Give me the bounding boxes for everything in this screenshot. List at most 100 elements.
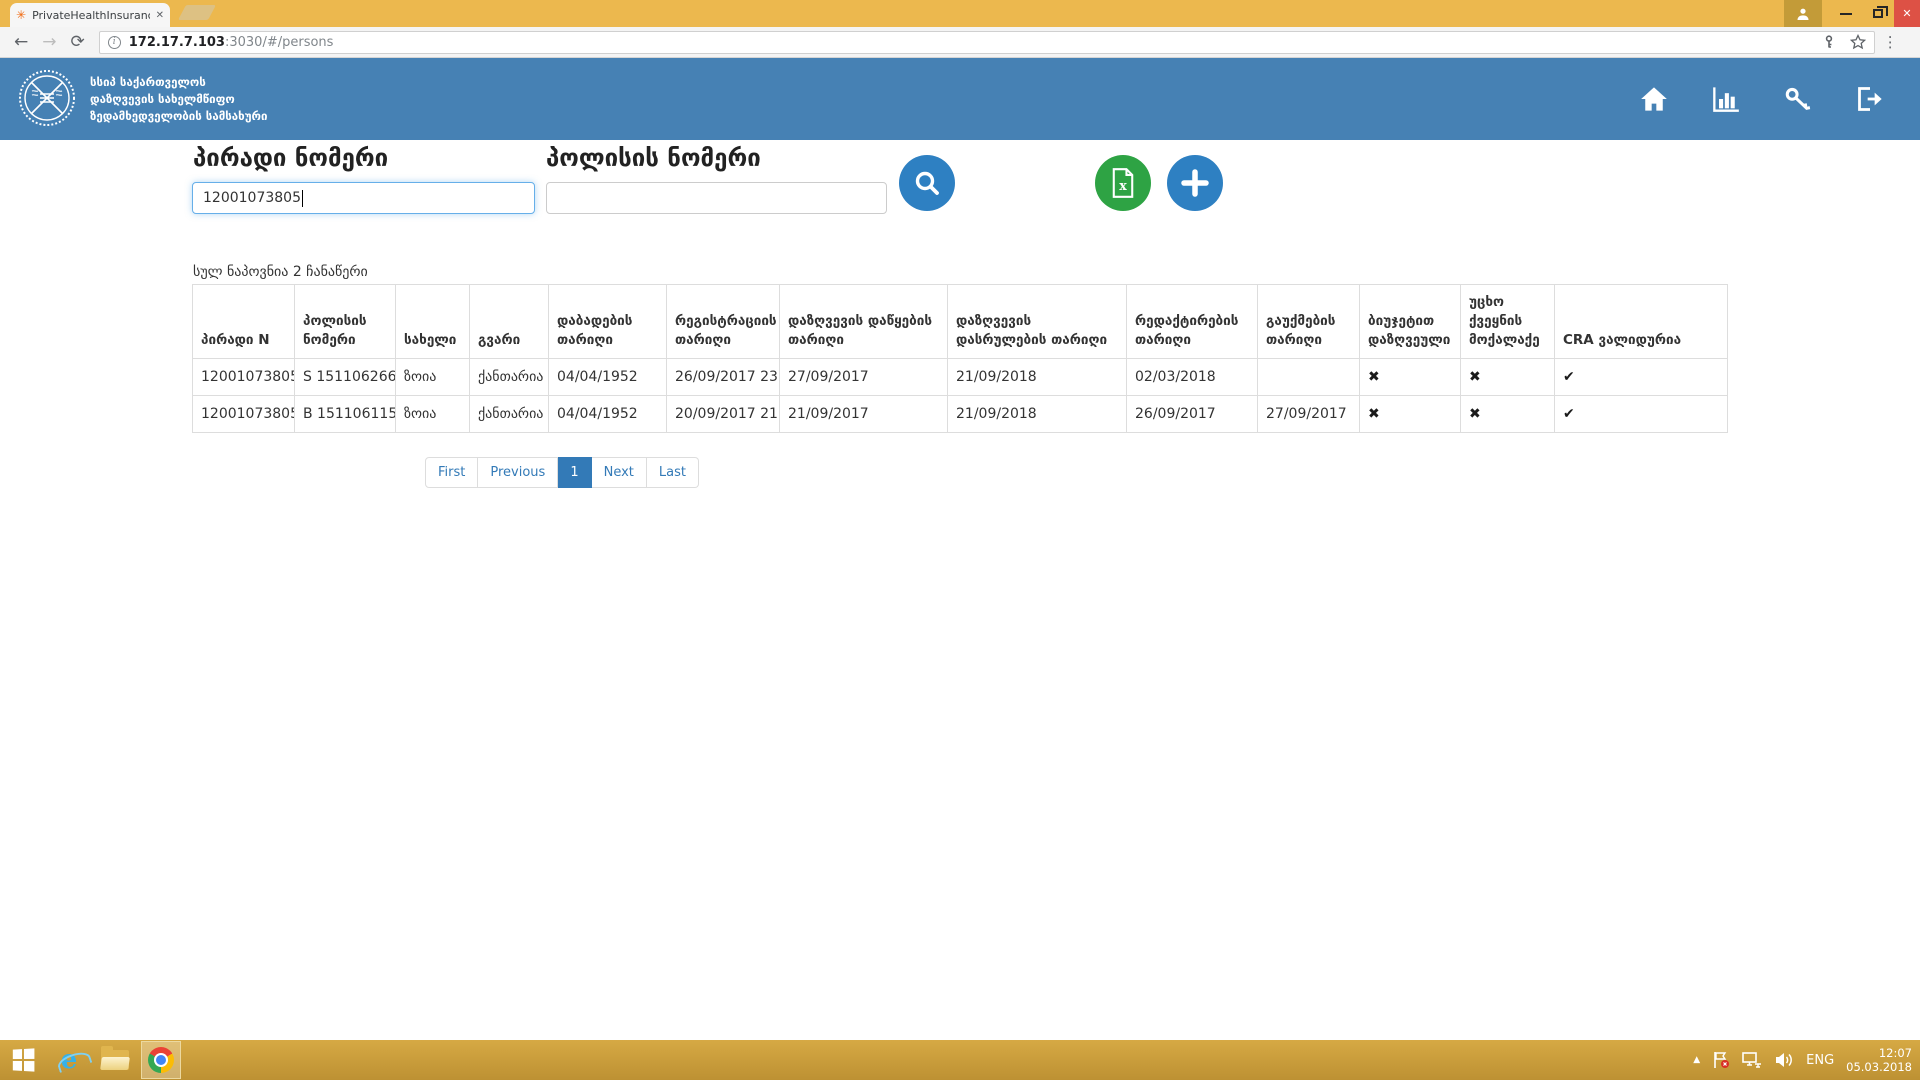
table-cell: S 1511062662 [295, 359, 396, 396]
cross-mark-icon: ✖ [1360, 396, 1461, 433]
column-header: გაუქმების თარიღი [1258, 285, 1360, 359]
column-header: დაზღვევის დასრულების თარიღი [948, 285, 1127, 359]
cross-mark-icon: ✖ [1360, 359, 1461, 396]
pagination-previous[interactable]: Previous [478, 457, 558, 488]
add-person-button[interactable] [1167, 155, 1223, 211]
volume-icon[interactable] [1774, 1051, 1794, 1069]
bookmark-star-icon[interactable] [1850, 34, 1866, 50]
home-icon[interactable] [1640, 85, 1668, 113]
policy-number-label: პოლისის ნომერი [546, 144, 761, 172]
tab-close-icon[interactable]: ✕ [156, 10, 164, 21]
app-navbar: სსიპ საქართველოს დაზღვევის სახელმწიფო ზე… [0, 58, 1920, 140]
org-name: სსიპ საქართველოს დაზღვევის სახელმწიფო ზე… [90, 74, 267, 125]
table-cell: 27/09/2017 [1258, 396, 1360, 433]
window-titlebar: ✳ PrivateHealthInsurancePo ✕ ✕ [0, 0, 1920, 27]
table-body: 12001073805S 1511062662ზოიაქანთარია04/04… [193, 359, 1728, 433]
table-header-row: პირადი Nპოლისის ნომერისახელიგვარიდაბადებ… [193, 285, 1728, 359]
table-row[interactable]: 12001073805S 1511062662ზოიაქანთარია04/04… [193, 359, 1728, 396]
cross-mark-icon: ✖ [1461, 396, 1555, 433]
pagination-first[interactable]: First [425, 457, 478, 488]
file-explorer-icon [101, 1050, 129, 1070]
column-header: უცხო ქვეყნის მოქალაქე [1461, 285, 1555, 359]
clock-time: 12:07 [1846, 1046, 1912, 1060]
svg-text:x: x [1119, 178, 1127, 193]
close-button[interactable]: ✕ [1894, 0, 1920, 27]
system-clock[interactable]: 12:07 05.03.2018 [1846, 1046, 1912, 1074]
browser-toolbar: ← → ⟳ i 172.17.7.103:3030/#/persons ⋮ [0, 27, 1920, 58]
chrome-menu-icon[interactable]: ⋮ [1883, 33, 1898, 51]
tray-expand-icon[interactable]: ▲ [1693, 1055, 1700, 1065]
export-excel-button[interactable]: x [1095, 155, 1151, 211]
persons-table: პირადი Nპოლისის ნომერისახელიგვარიდაბადებ… [192, 284, 1728, 433]
pagination-next[interactable]: Next [592, 457, 647, 488]
table-row[interactable]: 12001073805B 1511061154ზოიაქანთარია04/04… [193, 396, 1728, 433]
table-cell: 02/03/2018 [1127, 359, 1258, 396]
column-header: რედაქტირების თარიღი [1127, 285, 1258, 359]
column-header: გვარი [470, 285, 549, 359]
taskbar-internet-explorer[interactable]: e [46, 1040, 92, 1080]
column-header: დაბადების თარიღი [549, 285, 667, 359]
column-header: პირადი N [193, 285, 295, 359]
column-header: ბიუჯეტით დაზღვეული [1360, 285, 1461, 359]
windows-logo-icon [13, 1048, 35, 1071]
password-key-icon[interactable] [1822, 35, 1836, 49]
url-host: 172.17.7.103 [129, 35, 225, 50]
results-count: სულ ნაპოვნია 2 ჩანაწერი [193, 264, 368, 280]
refresh-button[interactable]: ⟳ [71, 34, 85, 51]
page-info-icon[interactable]: i [108, 36, 121, 49]
network-icon[interactable] [1742, 1051, 1762, 1069]
windows-taskbar: e ▲ ENG 12:07 05.03.2018 [0, 1040, 1920, 1080]
table-cell: ქანთარია [470, 396, 549, 433]
table-cell: 12001073805 [193, 396, 295, 433]
browser-tab[interactable]: ✳ PrivateHealthInsurancePo ✕ [10, 3, 170, 27]
pagination: First Previous 1 Next Last [425, 457, 699, 488]
personal-number-input[interactable]: 12001073805 [192, 182, 535, 214]
pagination-page-1[interactable]: 1 [558, 457, 591, 488]
tab-title: PrivateHealthInsurancePo [32, 9, 150, 22]
url-text[interactable]: 172.17.7.103:3030/#/persons [129, 35, 1814, 50]
new-tab-button[interactable] [178, 5, 216, 20]
search-button[interactable] [899, 155, 955, 211]
table-cell: 04/04/1952 [549, 359, 667, 396]
table-cell: 21/09/2017 [780, 396, 948, 433]
table-cell: ქანთარია [470, 359, 549, 396]
table-cell: 20/09/2017 21:46 [667, 396, 780, 433]
policy-number-input[interactable] [546, 182, 887, 214]
table-cell: 26/09/2017 [1127, 396, 1258, 433]
table-cell: 26/09/2017 23:11 [667, 359, 780, 396]
taskbar-chrome[interactable] [141, 1041, 181, 1079]
text-caret [302, 190, 303, 207]
address-bar[interactable]: i 172.17.7.103:3030/#/persons [99, 31, 1875, 54]
table-cell: 27/09/2017 [780, 359, 948, 396]
pagination-last[interactable]: Last [647, 457, 699, 488]
taskbar-file-explorer[interactable] [92, 1040, 138, 1080]
minimize-button[interactable] [1830, 0, 1862, 27]
url-path: :3030/#/persons [225, 35, 333, 50]
column-header: რეგისტრაციის თარიღი [667, 285, 780, 359]
back-button[interactable]: ← [14, 34, 28, 51]
logout-icon[interactable] [1856, 85, 1884, 113]
table-cell: ზოია [396, 359, 470, 396]
personal-number-label: პირადი ნომერი [193, 144, 388, 172]
key-icon[interactable] [1784, 85, 1812, 113]
reports-chart-icon[interactable] [1712, 85, 1740, 113]
column-header: CRA ვალიდურია [1555, 285, 1728, 359]
column-header: სახელი [396, 285, 470, 359]
table-cell: 04/04/1952 [549, 396, 667, 433]
action-center-flag-icon[interactable] [1712, 1051, 1730, 1069]
table-cell [1258, 359, 1360, 396]
check-mark-icon: ✔ [1555, 396, 1728, 433]
org-name-line1: სსიპ საქართველოს [90, 74, 267, 91]
language-indicator[interactable]: ENG [1806, 1053, 1834, 1068]
table-cell: 12001073805 [193, 359, 295, 396]
table-header-row: პირადი Nპოლისის ნომერისახელიგვარიდაბადებ… [193, 285, 1728, 359]
restore-button[interactable] [1862, 0, 1894, 27]
table-cell: 21/09/2018 [948, 359, 1127, 396]
personal-number-value: 12001073805 [203, 190, 301, 206]
clock-date: 05.03.2018 [1846, 1060, 1912, 1074]
column-header: პოლისის ნომერი [295, 285, 396, 359]
tab-favicon-icon: ✳ [16, 9, 26, 21]
table-cell: 21/09/2018 [948, 396, 1127, 433]
start-button[interactable] [0, 1040, 46, 1080]
profile-icon[interactable] [1784, 0, 1822, 27]
